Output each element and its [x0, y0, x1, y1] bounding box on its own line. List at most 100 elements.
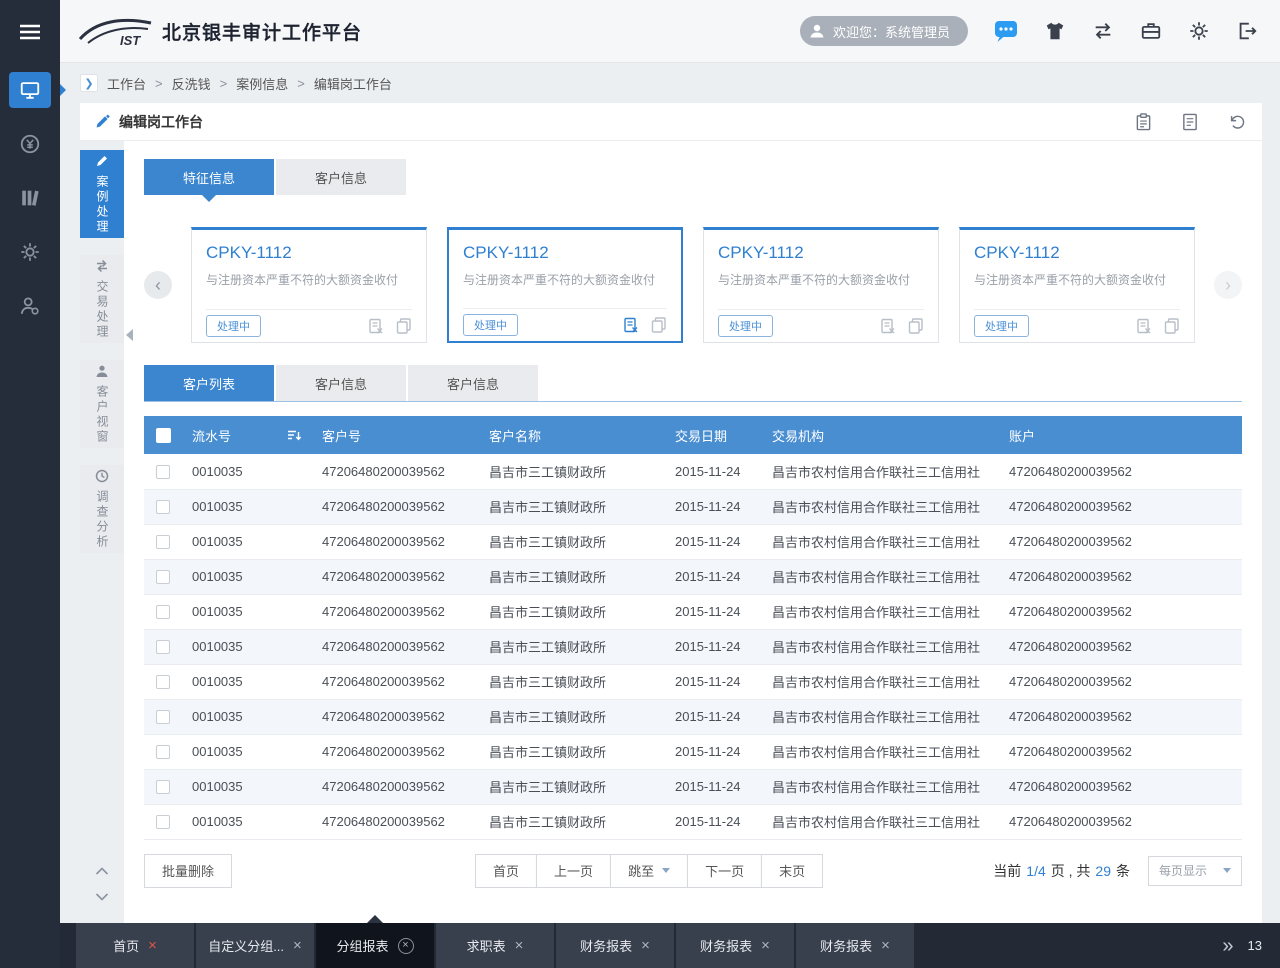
table-row[interactable]: 0010035 47206480200039562 昌吉市三工镇财政所 2015…: [144, 594, 1242, 629]
logout-button[interactable]: [1236, 20, 1258, 42]
close-tab-icon[interactable]: ×: [293, 938, 302, 953]
bottom-tab[interactable]: 分组报表 ×: [316, 923, 436, 968]
row-checkbox[interactable]: [156, 640, 170, 654]
document-remove-icon[interactable]: [1136, 318, 1152, 334]
cell-account: 47206480200039562: [999, 734, 1242, 769]
table-row[interactable]: 0010035 47206480200039562 昌吉市三工镇财政所 2015…: [144, 454, 1242, 489]
breadcrumb-toggle-icon[interactable]: ❯: [80, 74, 98, 92]
row-checkbox[interactable]: [156, 675, 170, 689]
sidebar-item-anti-money-laundering[interactable]: [0, 117, 60, 171]
last-page-button[interactable]: 末页: [761, 854, 823, 888]
table-row[interactable]: 0010035 47206480200039562 昌吉市三工镇财政所 2015…: [144, 804, 1242, 839]
feature-card[interactable]: CPKY-1112 与注册资本严重不符的大额资金收付 处理中: [447, 227, 683, 343]
user-welcome-pill[interactable]: 欢迎您：系统管理员: [800, 16, 968, 46]
document-remove-icon[interactable]: [880, 318, 896, 334]
bottom-tab[interactable]: 首页 ×: [76, 923, 196, 968]
scroll-down-button[interactable]: [95, 893, 109, 901]
table-row[interactable]: 0010035 47206480200039562 昌吉市三工镇财政所 2015…: [144, 559, 1242, 594]
secondary-nav-label: 客户视窗: [96, 385, 108, 445]
row-checkbox[interactable]: [156, 570, 170, 584]
next-page-button[interactable]: 下一页: [687, 854, 762, 888]
bottom-tab[interactable]: 财务报表 ×: [796, 923, 916, 968]
table-row[interactable]: 0010035 47206480200039562 昌吉市三工镇财政所 2015…: [144, 629, 1242, 664]
bottom-tab[interactable]: 财务报表 ×: [676, 923, 796, 968]
document-copy-icon[interactable]: [396, 318, 412, 334]
document-remove-icon[interactable]: [368, 318, 384, 334]
breadcrumb-item[interactable]: 工作台: [107, 74, 146, 93]
table-row[interactable]: 0010035 47206480200039562 昌吉市三工镇财政所 2015…: [144, 734, 1242, 769]
document-copy-icon[interactable]: [908, 318, 924, 334]
feature-card[interactable]: CPKY-1112 与注册资本严重不符的大额资金收付 处理中: [959, 227, 1195, 343]
undo-button[interactable]: [1228, 113, 1246, 131]
bottom-tab[interactable]: 财务报表 ×: [556, 923, 676, 968]
carousel-prev-button[interactable]: ‹: [144, 271, 172, 299]
hamburger-menu-button[interactable]: [0, 0, 60, 63]
svg-text:IST: IST: [120, 33, 141, 48]
more-tabs-button[interactable]: »: [1222, 936, 1233, 956]
row-checkbox[interactable]: [156, 605, 170, 619]
switch-system-button[interactable]: [1092, 20, 1114, 42]
breadcrumb-item[interactable]: 反洗钱: [172, 74, 211, 93]
secondary-nav-investigation-analysis[interactable]: 调查分析: [80, 465, 124, 553]
document-remove-icon[interactable]: [623, 317, 639, 333]
document-copy-icon[interactable]: [1164, 318, 1180, 334]
row-checkbox[interactable]: [156, 745, 170, 759]
sidebar-item-settings[interactable]: [0, 225, 60, 279]
table-row[interactable]: 0010035 47206480200039562 昌吉市三工镇财政所 2015…: [144, 664, 1242, 699]
secondary-nav-transaction-processing[interactable]: 交易处理: [80, 255, 124, 343]
cell-serial: 0010035: [182, 804, 312, 839]
select-all-checkbox[interactable]: [156, 428, 171, 443]
batch-delete-button[interactable]: 批量删除: [144, 854, 232, 888]
sort-icon[interactable]: [287, 429, 302, 442]
tab-label: 客户信息: [315, 374, 367, 393]
bottom-tab[interactable]: 求职表 ×: [436, 923, 556, 968]
theme-button[interactable]: [1044, 20, 1066, 42]
tab[interactable]: 特征信息: [144, 159, 274, 195]
breadcrumb-item[interactable]: 案例信息: [236, 74, 288, 93]
carousel-next-button[interactable]: ›: [1214, 271, 1242, 299]
row-checkbox[interactable]: [156, 500, 170, 514]
prev-page-button[interactable]: 上一页: [536, 854, 611, 888]
close-tab-icon[interactable]: ×: [515, 938, 524, 953]
jump-to-page-button[interactable]: 跳至: [610, 854, 688, 888]
table-row[interactable]: 0010035 47206480200039562 昌吉市三工镇财政所 2015…: [144, 489, 1242, 524]
sidebar-item-user-admin[interactable]: [0, 279, 60, 333]
close-tab-icon[interactable]: ×: [398, 938, 414, 954]
close-tab-icon[interactable]: ×: [641, 938, 650, 953]
sidebar-item-workbench[interactable]: [0, 63, 60, 117]
tab[interactable]: 客户信息: [276, 159, 406, 195]
cell-customer-name: 昌吉市三工镇财政所: [479, 804, 665, 839]
row-checkbox[interactable]: [156, 465, 170, 479]
breadcrumb-item[interactable]: 编辑岗工作台: [314, 74, 392, 93]
cell-trade-org: 昌吉市农村信用合作联社三工信用社: [762, 734, 999, 769]
close-tab-icon[interactable]: ×: [881, 938, 890, 953]
import-document-button[interactable]: [1135, 113, 1152, 131]
close-tab-icon[interactable]: ×: [761, 938, 770, 953]
settings-button[interactable]: [1188, 20, 1210, 42]
tab[interactable]: 客户列表: [144, 365, 274, 401]
secondary-nav-customer-view[interactable]: 客户视窗: [80, 360, 124, 448]
save-document-button[interactable]: [1182, 113, 1198, 131]
row-checkbox[interactable]: [156, 710, 170, 724]
tab[interactable]: 客户信息: [276, 365, 406, 401]
row-checkbox[interactable]: [156, 815, 170, 829]
collapse-nav-handle[interactable]: [126, 329, 133, 341]
feature-card[interactable]: CPKY-1112 与注册资本严重不符的大额资金收付 处理中: [191, 227, 427, 343]
scroll-up-button[interactable]: [95, 867, 109, 875]
first-page-button[interactable]: 首页: [475, 854, 537, 888]
sidebar-item-reports[interactable]: [0, 171, 60, 225]
messages-button[interactable]: [994, 20, 1018, 43]
table-row[interactable]: 0010035 47206480200039562 昌吉市三工镇财政所 2015…: [144, 699, 1242, 734]
page-size-select[interactable]: 每页显示: [1148, 856, 1242, 886]
tab[interactable]: 客户信息: [408, 365, 538, 401]
table-row[interactable]: 0010035 47206480200039562 昌吉市三工镇财政所 2015…: [144, 524, 1242, 559]
bottom-tab[interactable]: 自定义分组... ×: [196, 923, 316, 968]
feature-card[interactable]: CPKY-1112 与注册资本严重不符的大额资金收付 处理中: [703, 227, 939, 343]
table-row[interactable]: 0010035 47206480200039562 昌吉市三工镇财政所 2015…: [144, 769, 1242, 804]
secondary-nav-case-processing[interactable]: 案例处理: [80, 150, 124, 238]
toolbox-button[interactable]: [1140, 20, 1162, 42]
row-checkbox[interactable]: [156, 780, 170, 794]
document-copy-icon[interactable]: [651, 317, 667, 333]
row-checkbox[interactable]: [156, 535, 170, 549]
close-tab-icon[interactable]: ×: [148, 938, 157, 953]
